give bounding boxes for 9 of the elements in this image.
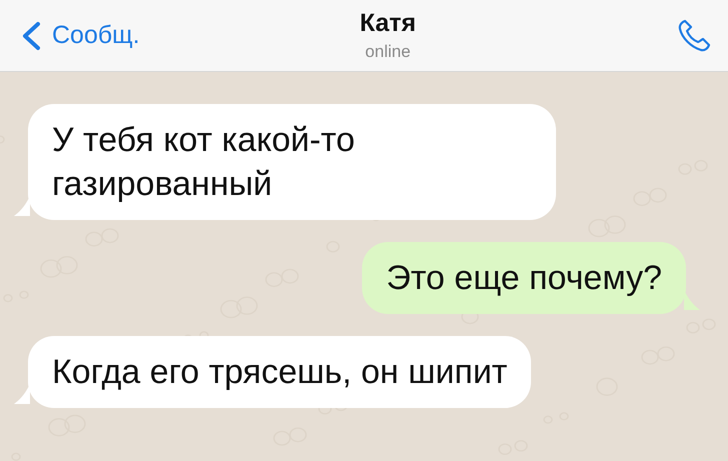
bubble-tail [684,290,700,310]
phone-icon[interactable] [676,18,712,54]
contact-status: online [365,42,411,62]
chevron-icon[interactable] [20,20,42,50]
contact-name: Катя [360,9,416,38]
message-bubble: Это еще почему? [362,242,686,314]
message-bubble: Когда его трясешь, он шипит [28,336,532,408]
message-bubble: У тебя кот какой-то газированный [28,104,556,220]
back-button[interactable]: Сообщ. [20,20,140,50]
